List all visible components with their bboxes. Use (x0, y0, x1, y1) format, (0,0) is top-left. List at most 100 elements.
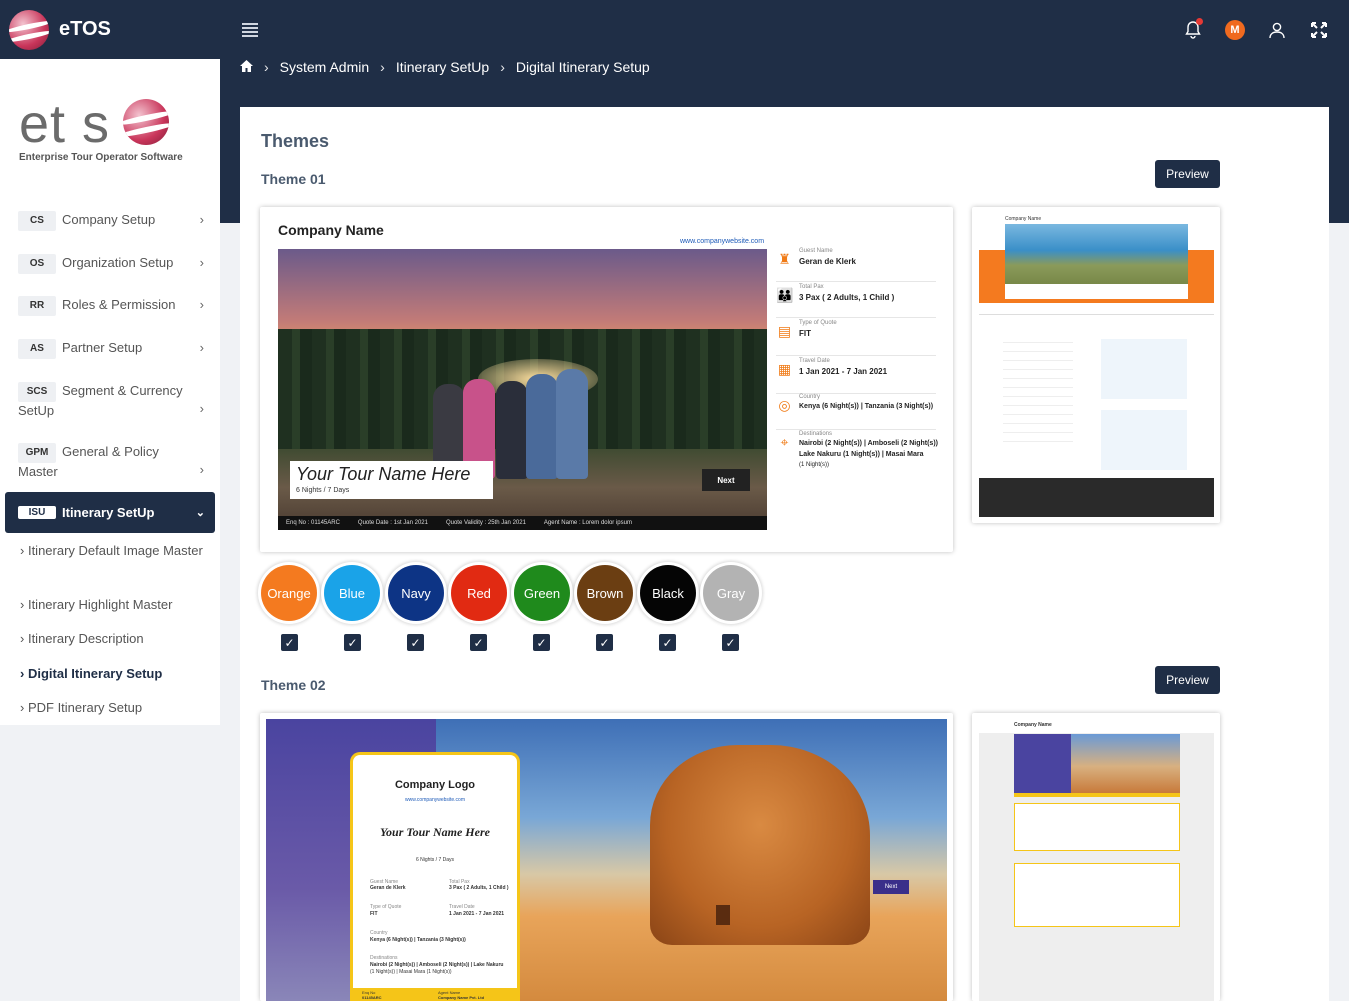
checkbox-navy[interactable]: ✓ (407, 634, 424, 651)
info-value: (1 Night(s)) (799, 462, 830, 468)
info-destinations: ⌖ Destinations Nairobi (2 Night(s)) | Am… (776, 431, 938, 475)
menu-code: CS (18, 211, 56, 231)
logo-wordmark: et s (19, 94, 111, 154)
menu-label: Roles & Permission (62, 297, 176, 312)
pax-icon: 👪 (776, 287, 794, 303)
top-actions: M (1183, 0, 1329, 59)
chevron-right-icon: › (500, 59, 505, 75)
menu-code: GPM (18, 443, 56, 463)
info-total-pax: 👪 Total Pax 3 Pax ( 2 Adults, 1 Child ) (776, 284, 936, 318)
subitem-label: Itinerary Description (27, 631, 144, 646)
brand-name: eTOS (59, 18, 111, 40)
t2-pax: 3 Pax ( 2 Adults, 1 Child ) (449, 885, 509, 891)
subitem-description[interactable]: › Itinerary Description (20, 629, 205, 648)
checkbox-gray[interactable]: ✓ (722, 634, 739, 651)
sidebar-item-segment-currency[interactable]: SCS Segment & Currency SetUp › (18, 382, 204, 420)
agent-name: Agent Name : Lorem dolor ipsum (543, 520, 632, 526)
menu-toggle-icon[interactable] (242, 22, 258, 37)
breadcrumb-itinerary-setup[interactable]: Itinerary SetUp (396, 59, 489, 75)
subitem-digital-itinerary-setup[interactable]: › Digital Itinerary Setup (20, 664, 205, 683)
checkbox-green[interactable]: ✓ (533, 634, 550, 651)
avatar[interactable]: M (1225, 19, 1245, 40)
thumb-company-name: Company Name (1005, 216, 1042, 222)
etos-logo: et s Enterprise Tour Operator Software (19, 89, 201, 169)
home-icon[interactable] (240, 59, 253, 75)
checkbox-orange[interactable]: ✓ (281, 634, 298, 651)
color-swatch-green[interactable]: Green (514, 565, 570, 621)
checkbox-black[interactable]: ✓ (659, 634, 676, 651)
info-value: Kenya (6 Night(s)) | Tanzania (3 Night(s… (799, 403, 934, 410)
sidebar-item-roles-permission[interactable]: RR Roles & Permission › (18, 296, 208, 316)
chevron-right-icon: › (199, 340, 204, 355)
t2-date-label: Travel Date (449, 904, 475, 910)
sidebar-item-organization-setup[interactable]: OS Organization Setup › (18, 254, 208, 274)
theme-01-preview-button[interactable]: Preview (1155, 160, 1220, 188)
bell-icon[interactable] (1183, 17, 1203, 40)
theme-01-nights: 6 Nights / 7 Days (296, 487, 350, 494)
theme-01-website: www.companywebsite.com (680, 238, 765, 245)
logo-tagline: Enterprise Tour Operator Software (19, 152, 183, 163)
checkbox-red[interactable]: ✓ (470, 634, 487, 651)
sidebar-item-general-policy[interactable]: GPM General & Policy Master › (18, 443, 204, 481)
chevron-right-icon: › (380, 59, 385, 75)
info-type-of-quote: ▤ Type of Quote FIT (776, 320, 936, 356)
subitem-label: Itinerary Default Image Master (27, 543, 203, 558)
menu-code: ISU (18, 506, 56, 519)
color-swatch-gray[interactable]: Gray (703, 565, 759, 621)
menu-label: Partner Setup (62, 340, 143, 355)
theme-01-label: Theme 01 (261, 171, 326, 187)
t2-quote: FIT (370, 911, 378, 917)
info-value: Lake Nakuru (1 Night(s)) | Masai Mara (799, 451, 924, 458)
info-label: Destinations (799, 431, 833, 437)
sidebar-item-partner-setup[interactable]: AS Partner Setup › (18, 339, 208, 359)
subitem-default-image-master[interactable]: › Itinerary Default Image Master (20, 541, 205, 560)
etos-globe-icon (9, 9, 49, 50)
color-swatch-brown[interactable]: Brown (577, 565, 633, 621)
color-swatch-navy[interactable]: Navy (388, 565, 444, 621)
breadcrumb: › System Admin › Itinerary SetUp › Digit… (240, 58, 650, 76)
theme-01-company-name: Company Name (278, 222, 384, 238)
globe-icon: ◎ (778, 397, 791, 413)
info-value: 3 Pax ( 2 Adults, 1 Child ) (799, 293, 895, 302)
breadcrumb-system-admin[interactable]: System Admin (280, 59, 369, 75)
menu-code: SCS (18, 382, 56, 402)
brand[interactable]: eTOS (0, 0, 220, 59)
theme-02-company-logo: Company Logo (394, 779, 476, 791)
sidebar-item-itinerary-setup[interactable]: ISU Itinerary SetUp ⌄ (5, 492, 215, 533)
user-icon[interactable] (1267, 20, 1287, 40)
chevron-right-icon: › (199, 255, 204, 270)
guest-icon: ♜ (778, 251, 791, 267)
theme-02-rock-door (716, 905, 730, 925)
checkbox-blue[interactable]: ✓ (344, 634, 361, 651)
theme-02-preview-button[interactable]: Preview (1155, 666, 1220, 694)
enq-no: Enq No : 01145ARC (286, 520, 340, 526)
sidebar-item-company-setup[interactable]: CS Company Setup › (18, 211, 208, 231)
fullscreen-icon[interactable] (1309, 20, 1329, 40)
chevron-right-icon: › (264, 59, 269, 75)
subitem-pdf-itinerary-setup[interactable]: › PDF Itinerary Setup (20, 698, 205, 717)
color-swatch-black[interactable]: Black (640, 565, 696, 621)
info-guest-name: ♜ Guest Name Geran de Klerk (776, 248, 936, 282)
info-value: FIT (799, 329, 811, 338)
info-country: ◎ Country Kenya (6 Night(s)) | Tanzania … (776, 394, 936, 430)
document-icon: ▤ (777, 323, 792, 339)
checkbox-brown[interactable]: ✓ (596, 634, 613, 651)
chevron-right-icon: › (199, 212, 204, 227)
theme-01-footer-strip: Enq No : 01145ARC Quote Date : 1st Jan 2… (278, 516, 767, 530)
theme-01-thumb-page: Company Name (979, 214, 1214, 517)
subitem-label: PDF Itinerary Setup (27, 700, 143, 715)
info-label: Total Pax (799, 284, 824, 290)
theme-02-thumb-page (979, 733, 1214, 1001)
subitem-label: Digital Itinerary Setup (27, 666, 163, 681)
t2-agent-val: Company Name Pvt. Ltd (438, 995, 485, 1000)
subitem-highlight-master[interactable]: › Itinerary Highlight Master (20, 595, 205, 614)
color-swatch-orange[interactable]: Orange (261, 565, 317, 621)
t2-enq-val: 01145ARC (362, 995, 382, 1000)
menu-code: OS (18, 254, 56, 274)
t2-guest: Geran de Klerk (370, 885, 406, 891)
sidebar-empty (0, 725, 220, 1001)
menu-label: Itinerary SetUp (62, 505, 155, 520)
menu-label: Organization Setup (62, 255, 174, 270)
color-swatch-red[interactable]: Red (451, 565, 507, 621)
color-swatch-blue[interactable]: Blue (324, 565, 380, 621)
